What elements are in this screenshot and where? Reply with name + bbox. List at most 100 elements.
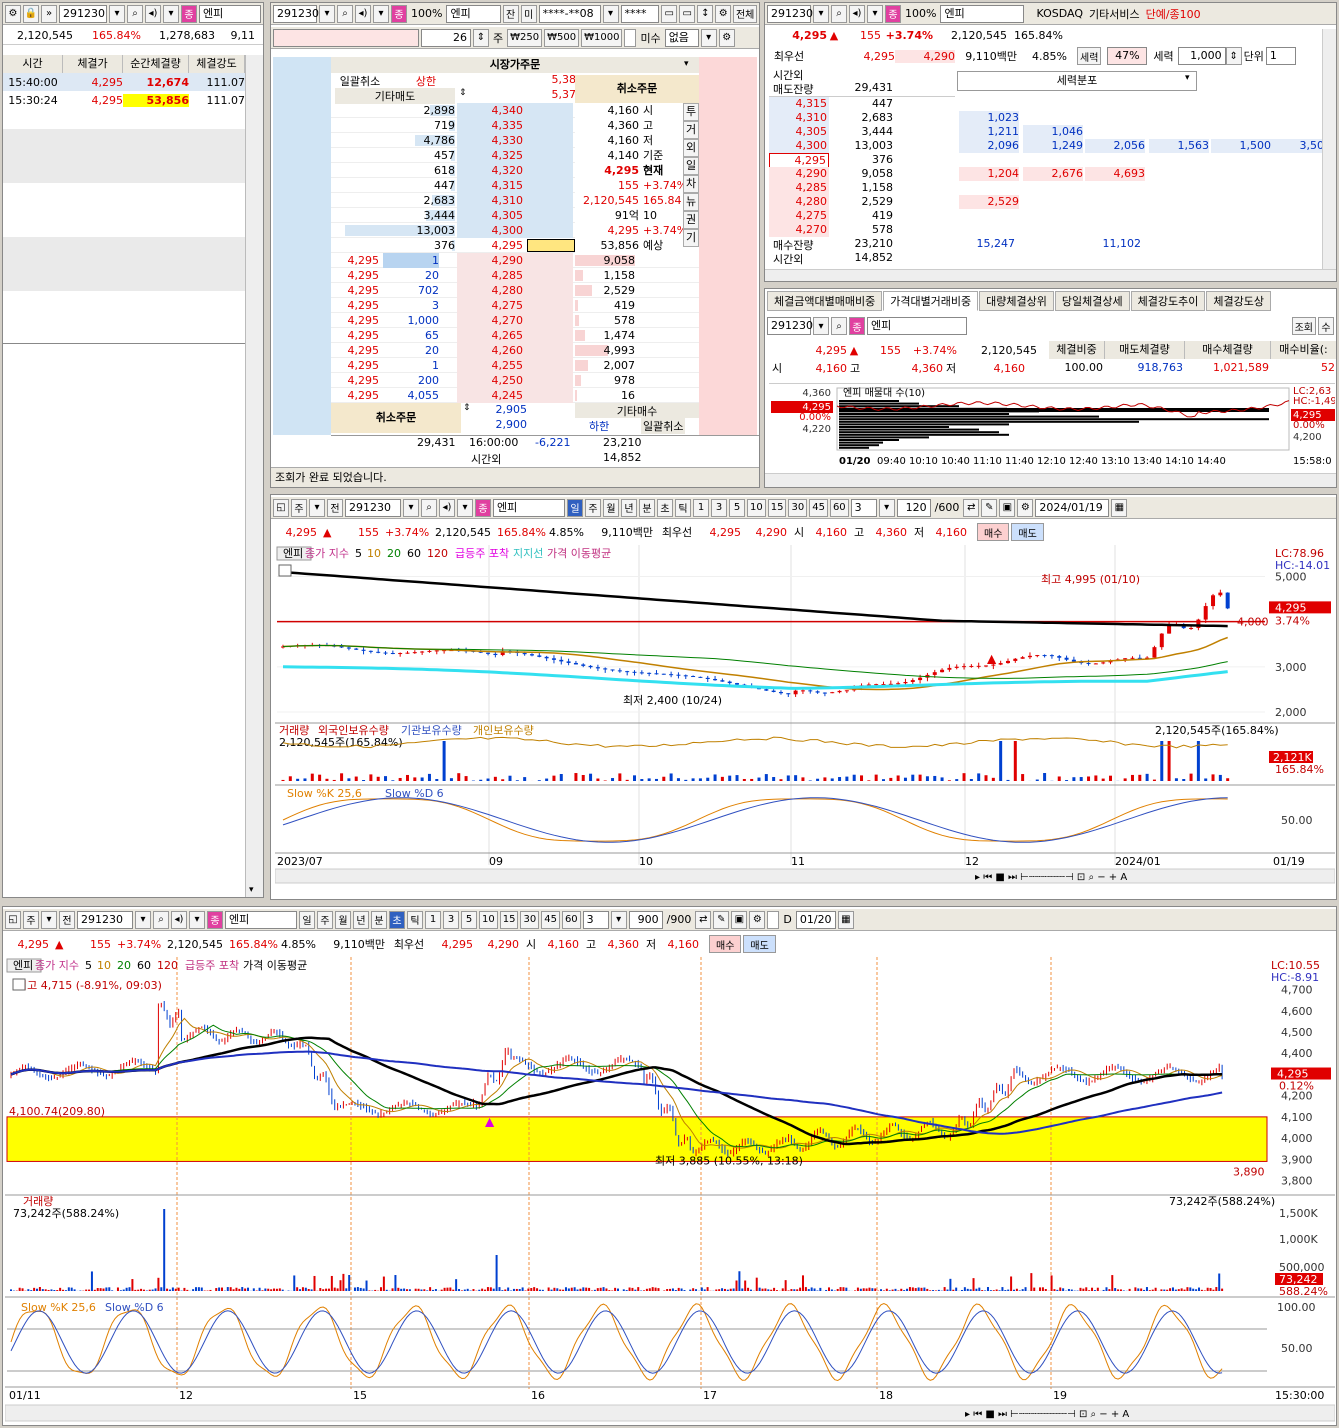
bid-row[interactable]: 4,295 65 4,265 1,474 xyxy=(331,328,699,343)
period-button[interactable]: 5 xyxy=(461,910,477,929)
analysis-tab[interactable]: 당일체결상세 xyxy=(1054,291,1130,311)
power-vscrollbar[interactable] xyxy=(1322,29,1336,269)
password-input[interactable]: **** xyxy=(620,4,660,23)
misu-select[interactable]: 없음 xyxy=(664,28,699,47)
period-button[interactable]: 10 xyxy=(479,910,498,929)
dropdown-icon-2[interactable]: ▾ xyxy=(403,498,419,517)
scale-icon[interactable]: ⇄ xyxy=(695,910,712,929)
qty-spinner[interactable]: ⇕ xyxy=(473,28,489,47)
account-input[interactable]: ****-**08 xyxy=(538,4,601,23)
power-button[interactable]: 세력 xyxy=(1077,47,1102,65)
period-button[interactable]: 년 xyxy=(621,498,637,517)
period-button[interactable]: 1 xyxy=(693,498,709,517)
interval-input[interactable]: 3 xyxy=(582,910,609,929)
tick-500-button[interactable]: ₩500 xyxy=(544,28,580,47)
calendar-icon[interactable]: ▦ xyxy=(1111,498,1128,517)
code-input[interactable]: 291230 xyxy=(767,317,813,335)
cancel-all-bottom[interactable]: 일괄취소 xyxy=(641,418,686,434)
buy-button[interactable]: 매수 xyxy=(977,523,1010,541)
col-time[interactable]: 시간 xyxy=(3,55,63,73)
tick-row[interactable]: 15:40:00 4,295 12,674 111.07 xyxy=(3,73,245,91)
ask-row[interactable]: 457 4,325 xyxy=(331,148,575,163)
balance-button[interactable]: 잔 xyxy=(502,4,519,23)
prev-button[interactable]: 전 xyxy=(327,498,343,517)
side-tab[interactable]: 거 xyxy=(683,121,699,139)
period-button[interactable]: 일 xyxy=(299,910,315,929)
window-icon[interactable]: ◱ xyxy=(5,910,21,929)
window-icon-2[interactable]: ▭ xyxy=(679,4,696,23)
right-order-column[interactable] xyxy=(699,57,757,435)
power-row[interactable]: 4,295 376 xyxy=(769,153,1319,169)
search-icon[interactable]: ⌕ xyxy=(127,4,143,23)
date-input[interactable]: 2024/01/19 xyxy=(1035,498,1110,517)
side-tab[interactable]: 투 xyxy=(683,103,699,121)
bid-row[interactable]: 4,295 4,055 4,245 16 xyxy=(331,388,699,403)
period-button[interactable]: 1 xyxy=(425,910,441,929)
distribution-dropdown-icon[interactable]: ▾ xyxy=(1185,73,1190,83)
power-spin-icon[interactable]: ⇕ xyxy=(1225,47,1242,65)
period-button[interactable]: 년 xyxy=(353,910,369,929)
dropdown-icon-2[interactable]: ▾ xyxy=(163,4,179,23)
code-input[interactable]: 291230 xyxy=(273,4,319,23)
stock-mode-button[interactable]: 주 xyxy=(291,498,307,517)
period-button[interactable]: 15 xyxy=(767,498,787,517)
period-button[interactable]: 월 xyxy=(603,498,619,517)
side-tab[interactable]: 뉴 xyxy=(683,193,699,211)
search-icon[interactable]: ⌕ xyxy=(831,4,847,23)
period-button[interactable]: 10 xyxy=(747,498,766,517)
period-button[interactable]: 5 xyxy=(729,498,745,517)
period-button[interactable]: 주 xyxy=(585,498,601,517)
period-button[interactable]: 60 xyxy=(561,910,581,929)
window-icon[interactable]: ◱ xyxy=(273,498,289,517)
qty-input[interactable]: 26 xyxy=(421,28,471,47)
period-button[interactable]: 주 xyxy=(317,910,333,929)
lock-icon[interactable]: 🔒 xyxy=(23,4,39,23)
cancel-all-label[interactable]: 일괄취소 xyxy=(335,73,385,89)
other-sell-label[interactable]: 기타매도 xyxy=(335,88,455,104)
scroll-down-icon[interactable]: ▾ xyxy=(249,885,254,895)
col-volume[interactable]: 순간체결량 xyxy=(123,55,189,73)
misu-checkbox[interactable] xyxy=(624,28,637,47)
draw-icon[interactable]: ✎ xyxy=(981,498,998,517)
side-tab[interactable]: 외 xyxy=(683,139,699,157)
power-row[interactable]: 4,315 447 xyxy=(769,97,1319,111)
daily-chart-area[interactable]: 엔피 종가 지수 5 10 20 60 120 급등주 포착 지지선 가격 이동평균 5,000 4,… xyxy=(275,545,1335,899)
col-strength[interactable]: 체결강도 xyxy=(189,55,245,73)
intraday-chart-area[interactable]: 엔피 종가 지수 5 10 20 60 120 급등주 포착 가격 이동평균 4,700 4,600… xyxy=(5,957,1335,1425)
sell-button[interactable]: 매도 xyxy=(1011,523,1044,541)
cancel-order-bottom-button[interactable]: 취소주문 xyxy=(331,403,461,433)
count-input[interactable]: 900 xyxy=(628,910,663,929)
power-row[interactable]: 4,270 578 xyxy=(769,223,1319,237)
dropdown-icon-4[interactable]: ▾ xyxy=(700,28,717,47)
side-tab[interactable]: 차 xyxy=(683,175,699,193)
dropdown-icon-4[interactable]: ▾ xyxy=(610,910,627,929)
period-button[interactable]: 월 xyxy=(335,910,351,929)
daily-nav-icons[interactable]: ▸ ⏮ ■ ⏭ ⊢┄┄┄┄┄┄⊣ ⊡ ⌕ − + A xyxy=(975,872,1127,883)
save-icon[interactable]: ▣ xyxy=(999,498,1016,517)
period-button[interactable]: 45 xyxy=(809,498,828,517)
intraday-scrollbar[interactable] xyxy=(5,1404,1335,1422)
code-input[interactable]: 291230 xyxy=(767,4,813,23)
dropdown-icon-2[interactable]: ▾ xyxy=(867,4,883,23)
speaker-icon[interactable]: ◂) xyxy=(171,910,187,929)
period-button[interactable]: 60 xyxy=(829,498,849,517)
speaker-icon[interactable]: ◂) xyxy=(145,4,161,23)
bid-row[interactable]: 4,295 1 4,290 9,058 xyxy=(331,253,699,268)
tick-1000-button[interactable]: ₩1000 xyxy=(581,28,623,47)
bid-row[interactable]: 4,295 20 4,260 4,993 xyxy=(331,343,699,358)
updown-icon[interactable]: ↕ xyxy=(697,4,714,23)
daily-grid-icon[interactable] xyxy=(278,564,292,577)
analysis-tab[interactable]: 체결강도상 xyxy=(1206,291,1271,311)
period-button[interactable]: 30 xyxy=(788,498,808,517)
dropdown-icon[interactable]: ▾ xyxy=(309,498,325,517)
analysis-tab[interactable]: 체결강도추이 xyxy=(1130,291,1206,311)
dropdown-icon[interactable]: ▾ xyxy=(319,4,335,23)
distribution-select[interactable]: 세력분포 xyxy=(957,71,1197,91)
tick-250-button[interactable]: ₩250 xyxy=(507,28,543,47)
ask-row[interactable]: 3,444 4,305 xyxy=(331,208,575,223)
price-field[interactable] xyxy=(273,28,419,47)
power-hscrollbar[interactable] xyxy=(765,269,1336,281)
interval-input[interactable]: 3 xyxy=(850,498,877,517)
search-button-2[interactable]: 수 xyxy=(1318,317,1334,335)
analysis-tab[interactable]: 가격대별거래비중 xyxy=(883,291,979,311)
